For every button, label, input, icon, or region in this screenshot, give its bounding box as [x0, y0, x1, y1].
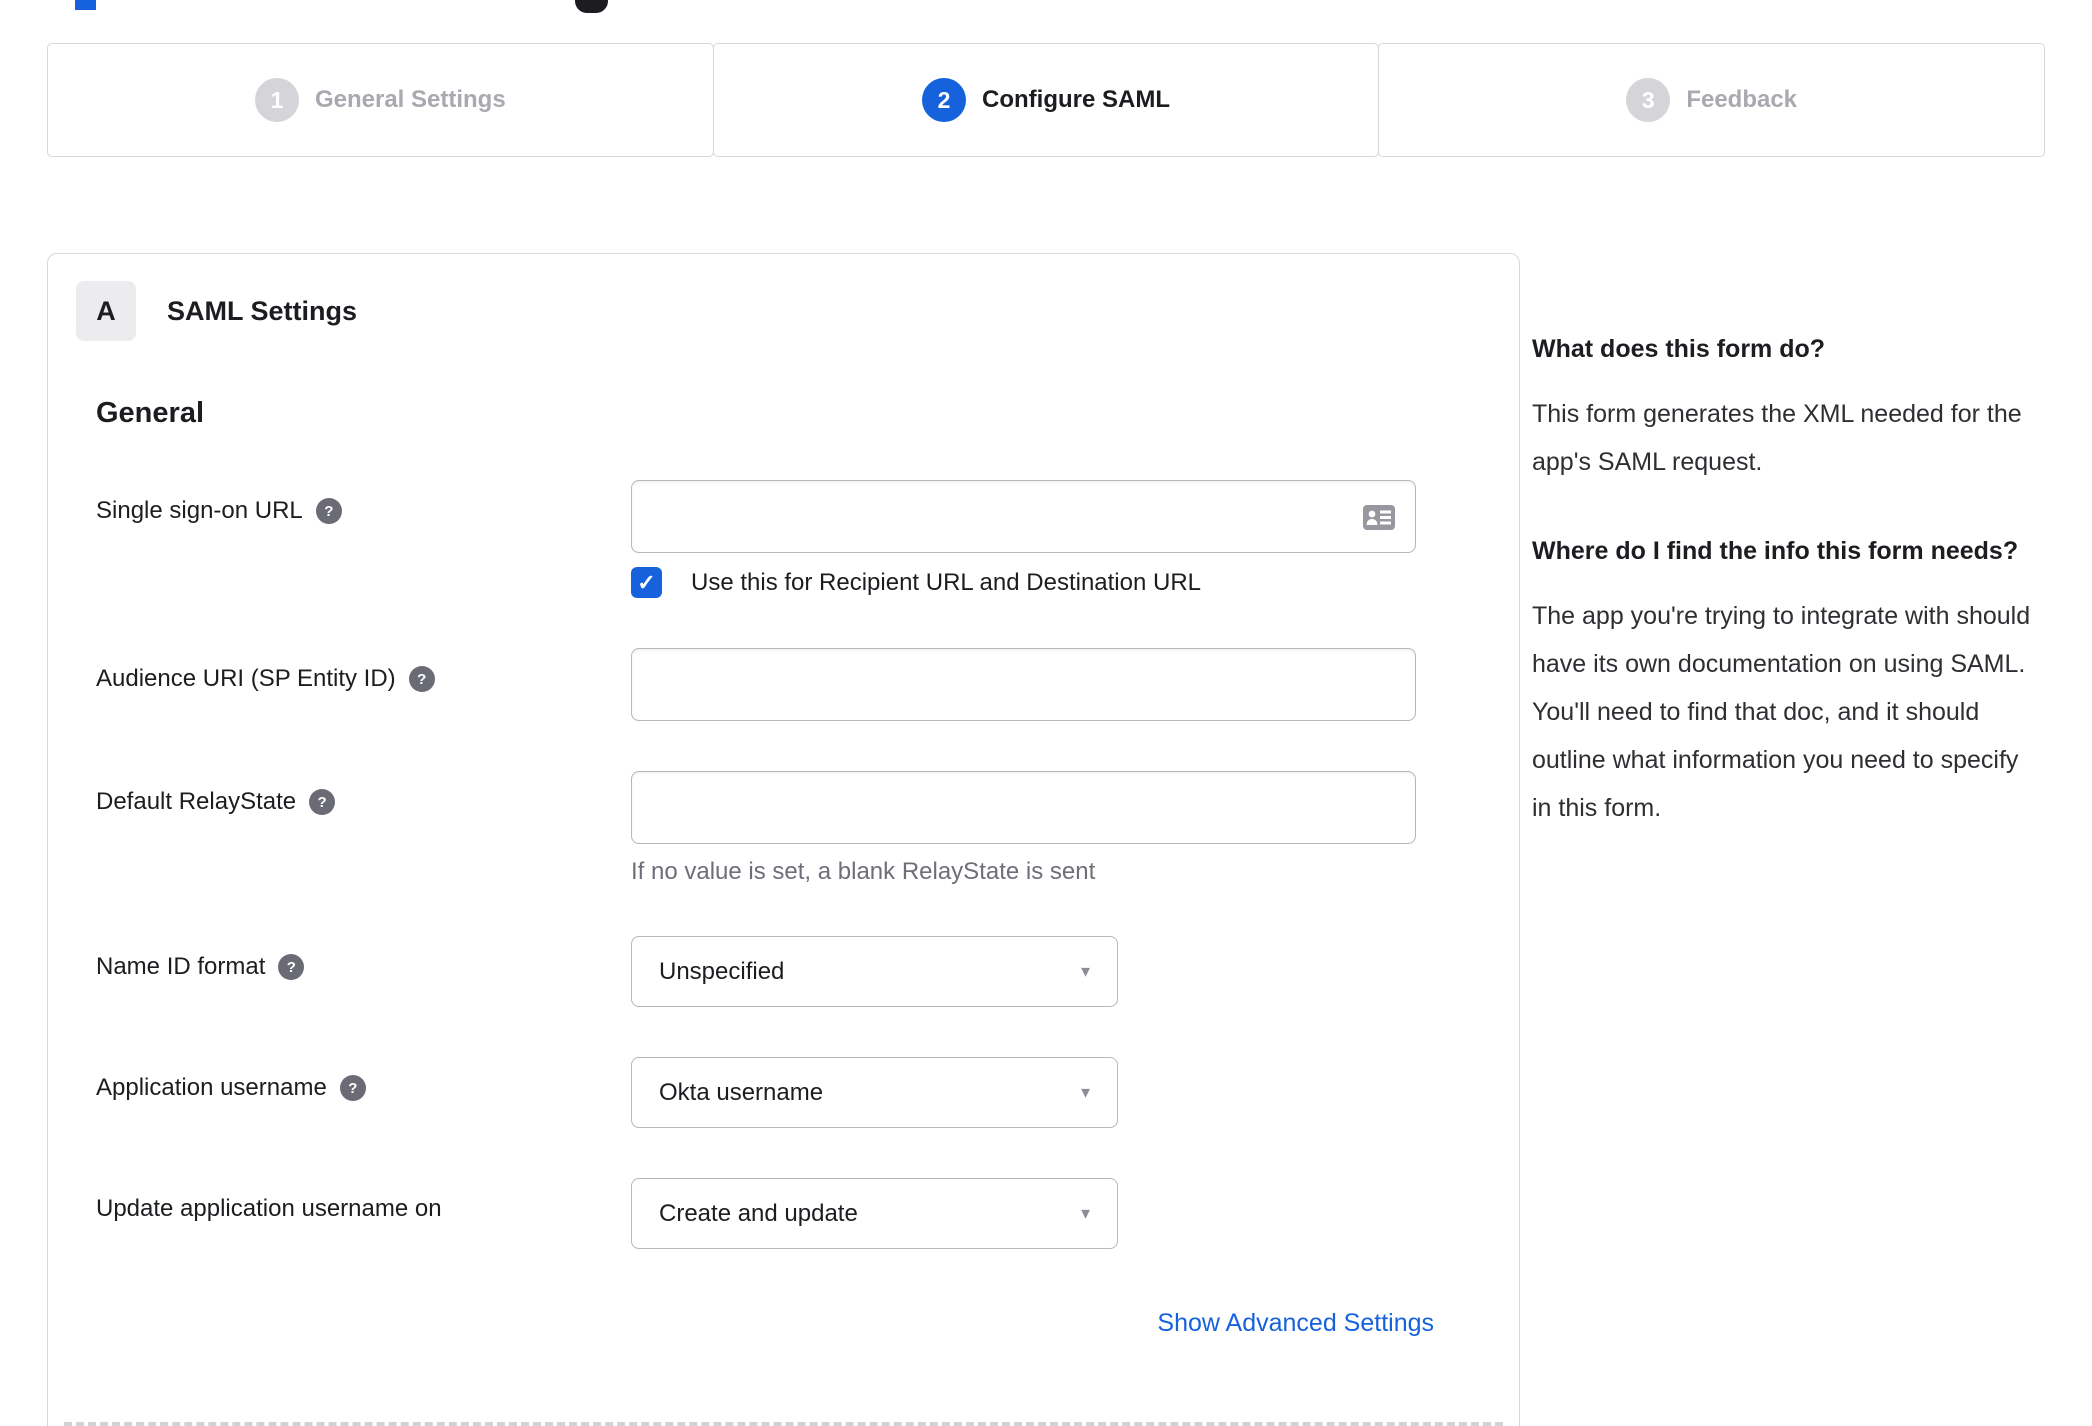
help-icon[interactable]: ? — [339, 1075, 366, 1101]
saml-settings-panel: A SAML Settings General Single sign-on U… — [47, 253, 1520, 1426]
step-feedback[interactable]: 3 Feedback — [1378, 43, 2046, 157]
update-app-username-control: Create and update ▼ — [631, 1178, 1434, 1249]
help-icon[interactable]: ? — [309, 789, 336, 815]
app-username-label: Application username — [96, 1074, 327, 1101]
chevron-down-icon: ▼ — [1078, 1205, 1093, 1222]
update-app-username-select[interactable]: Create and update ▼ — [631, 1178, 1118, 1249]
chevron-down-icon: ▼ — [1078, 1084, 1093, 1101]
relay-state-helper-text: If no value is set, a blank RelayState i… — [631, 858, 1096, 885]
help-sidebar: What does this form do? This form genera… — [1532, 253, 2044, 1426]
section-a-badge: A — [76, 281, 136, 341]
sidebar-heading-what: What does this form do? — [1532, 335, 1826, 363]
contact-card-icon[interactable] — [1363, 505, 1395, 530]
name-id-format-control: Unspecified ▼ — [631, 936, 1434, 1007]
recipient-url-checkbox[interactable]: ✓ — [631, 567, 662, 598]
audience-uri-label-wrap: Audience URI (SP Entity ID) ? — [96, 648, 631, 721]
panel-header: A SAML Settings — [76, 281, 1434, 341]
step-label: Configure SAML — [982, 86, 1170, 113]
sso-url-control: ✓ Use this for Recipient URL and Destina… — [631, 480, 1434, 598]
update-app-username-label: Update application username on — [96, 1195, 442, 1222]
app-username-select[interactable]: Okta username ▼ — [631, 1057, 1118, 1128]
step-number-badge: 3 — [1626, 78, 1671, 122]
chevron-down-icon: ▼ — [1078, 963, 1093, 980]
help-icon[interactable]: ? — [408, 666, 435, 692]
relay-state-input[interactable] — [632, 772, 1415, 843]
name-id-format-row: Name ID format ? Unspecified ▼ — [96, 936, 1434, 1007]
sidebar-heading-where: Where do I find the info this form needs… — [1532, 537, 2019, 565]
update-app-username-selected-value: Create and update — [659, 1199, 858, 1227]
app-username-control: Okta username ▼ — [631, 1057, 1434, 1128]
relay-state-label-wrap: Default RelayState ? — [96, 771, 631, 886]
step-general-settings[interactable]: 1 General Settings — [47, 43, 714, 157]
app-username-selected-value: Okta username — [659, 1078, 824, 1106]
cutoff-title-fragment — [75, 0, 96, 10]
update-app-username-row: Update application username on Create an… — [96, 1178, 1434, 1249]
step-label: Feedback — [1686, 86, 1798, 113]
sso-url-row: Single sign-on URL ? ✓ Use this for Reci… — [96, 480, 1434, 598]
recipient-url-checkbox-label: Use this for Recipient URL and Destinati… — [691, 568, 1202, 596]
step-number-badge: 1 — [254, 78, 299, 122]
relay-state-label: Default RelayState — [96, 788, 297, 815]
sidebar-text-where: The app you're trying to integrate with … — [1532, 602, 2031, 822]
update-app-username-label-wrap: Update application username on — [96, 1178, 631, 1249]
panel-title: SAML Settings — [167, 295, 358, 326]
sso-url-label: Single sign-on URL — [96, 497, 303, 524]
name-id-format-label: Name ID format — [96, 953, 266, 980]
name-id-format-selected-value: Unspecified — [659, 957, 785, 985]
help-icon[interactable]: ? — [315, 498, 342, 524]
sso-url-input-wrap — [631, 480, 1416, 553]
step-configure-saml[interactable]: 2 Configure SAML — [712, 43, 1380, 157]
sidebar-text-what: This form generates the XML needed for t… — [1532, 400, 2022, 476]
audience-uri-row: Audience URI (SP Entity ID) ? — [96, 648, 1434, 721]
app-username-label-wrap: Application username ? — [96, 1057, 631, 1128]
show-advanced-settings-link[interactable]: Show Advanced Settings — [1157, 1309, 1434, 1337]
wizard-stepper: 1 General Settings 2 Configure SAML 3 Fe… — [47, 43, 2046, 157]
main-content: A SAML Settings General Single sign-on U… — [47, 253, 2044, 1426]
sso-url-input[interactable] — [632, 481, 1415, 552]
app-username-row: Application username ? Okta username ▼ — [96, 1057, 1434, 1128]
audience-uri-control — [631, 648, 1434, 721]
general-section-heading: General — [96, 397, 204, 429]
relay-state-row: Default RelayState ? If no value is set,… — [96, 771, 1434, 886]
audience-uri-input[interactable] — [632, 649, 1415, 720]
help-icon[interactable]: ? — [278, 954, 305, 980]
audience-uri-input-wrap — [631, 648, 1416, 721]
sso-url-label-wrap: Single sign-on URL ? — [96, 480, 631, 598]
relay-state-input-wrap — [631, 771, 1416, 844]
advanced-settings-row: Show Advanced Settings — [76, 1309, 1434, 1338]
name-id-format-select[interactable]: Unspecified ▼ — [631, 936, 1118, 1007]
step-label: General Settings — [314, 86, 506, 113]
name-id-format-label-wrap: Name ID format ? — [96, 936, 631, 1007]
audience-uri-label: Audience URI (SP Entity ID) — [96, 665, 396, 692]
dashed-divider — [64, 1422, 1503, 1426]
step-number-badge: 2 — [922, 78, 967, 122]
cutoff-logo-fragment — [575, 0, 608, 13]
relay-state-control: If no value is set, a blank RelayState i… — [631, 771, 1434, 886]
recipient-url-checkbox-row: ✓ Use this for Recipient URL and Destina… — [631, 567, 1434, 598]
